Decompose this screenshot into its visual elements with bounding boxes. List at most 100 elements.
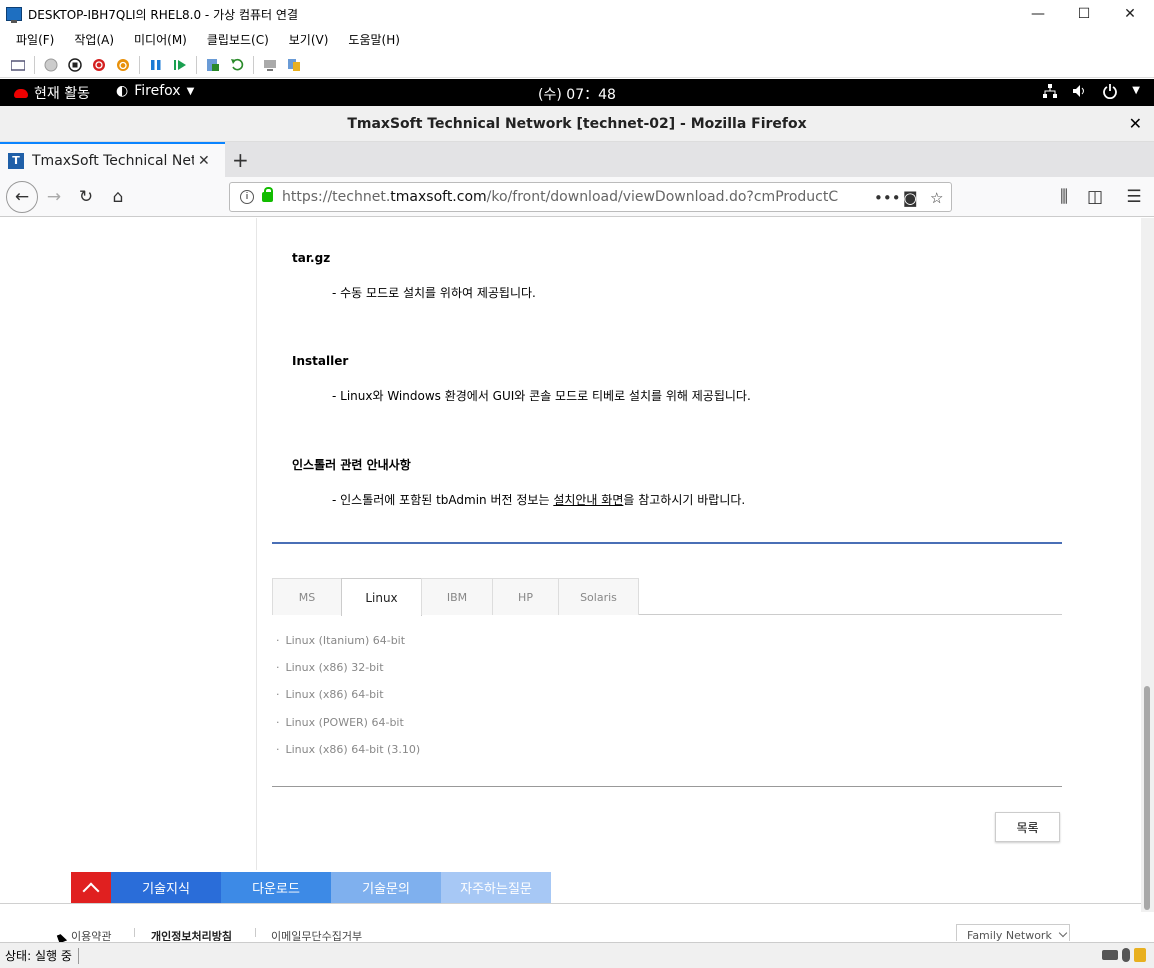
quick-faq[interactable]: 자주하는질문 [441,872,551,903]
tab-title: TmaxSoft Technical Network [32,152,194,169]
vm-status-text: 상태: 실행 중 [5,949,72,963]
list-item[interactable]: · Linux (POWER) 64-bit [276,716,404,729]
section-title-installer-notice: 인스톨러 관련 안내사항 [292,458,411,472]
left-column-divider [256,218,257,870]
menu-view[interactable]: 보기(V) [289,31,329,48]
firefox-window-title: TmaxSoft Technical Network [technet-02] … [347,116,807,132]
revert-icon[interactable] [229,57,245,73]
turn-off-icon[interactable] [67,57,83,73]
tab-hp[interactable]: HP [492,578,559,615]
page-actions-icon[interactable]: ••• [874,189,901,207]
lock-status-icon [1134,948,1146,962]
tmaxsoft-favicon: T [8,152,24,169]
quick-tech-inquiry[interactable]: 기술문의 [331,872,441,903]
share-icon[interactable] [286,57,302,73]
quick-tech-knowledge[interactable]: 기술지식 [111,872,221,903]
list-button[interactable]: 목록 [995,812,1060,842]
page-scrollbar[interactable] [1141,218,1154,912]
mouse-icon [1122,948,1130,962]
power-icon[interactable] [115,57,131,73]
close-window-button[interactable]: ✕ [1107,0,1153,28]
toolbar-separator [34,55,35,74]
resume-icon[interactable] [172,57,188,73]
section-title-installer: Installer [292,354,349,368]
sidebar-icon[interactable]: ◫ [1083,185,1107,209]
url-bar[interactable]: i https://technet.tmaxsoft.com/ko/front/… [229,182,952,212]
pause-icon[interactable] [148,57,164,73]
network-icon [1042,83,1058,103]
system-tray[interactable]: ▼ [1042,83,1140,103]
hamburger-menu-icon[interactable]: ☰ [1122,185,1146,209]
quick-download[interactable]: 다운로드 [221,872,331,903]
volume-icon [1072,83,1088,103]
status-separator [77,947,79,964]
new-tab-icon[interactable]: + [232,148,249,172]
vm-connection-icon [6,7,22,23]
tab-ms[interactable]: MS [272,578,342,615]
back-arrow-icon[interactable]: ← [6,181,38,213]
firefox-navbar: ← → ↻ ⌂ i https://technet.tmaxsoft.com/k… [0,177,1154,217]
library-icon[interactable]: ⫼ [1052,185,1076,209]
list-divider [272,786,1062,787]
menu-action[interactable]: 작업(A) [74,31,114,48]
start-icon[interactable] [43,57,59,73]
status-icons [1102,948,1146,962]
maximize-button[interactable]: ☐ [1061,0,1107,28]
chevron-down-icon: ▼ [1132,85,1140,96]
list-item[interactable]: · Linux (x86) 32-bit [276,661,384,674]
footer-separator: | [133,928,137,938]
checkpoint-icon[interactable] [205,57,221,73]
shutdown-icon[interactable] [91,57,107,73]
section-desc-targz: - 수동 모드로 설치를 위하여 제공됩니다. [332,286,536,300]
keyboard-icon [1102,950,1118,960]
browser-tab[interactable]: T TmaxSoft Technical Network ✕ [0,142,225,177]
minimize-button[interactable]: — [1015,0,1061,28]
toolbar-separator [139,55,140,74]
chevron-up-icon [82,882,100,900]
close-icon[interactable]: ✕ [1129,114,1142,133]
ctrl-alt-del-icon[interactable] [10,57,26,73]
host-toolbar [0,52,1154,78]
chevron-down-icon [1058,928,1068,938]
bookmark-star-icon[interactable]: ☆ [930,189,943,207]
info-icon[interactable]: i [240,190,254,204]
list-item[interactable]: · Linux (Itanium) 64-bit [276,634,405,647]
lock-icon [262,187,273,202]
enhanced-session-icon[interactable] [262,57,278,73]
pocket-icon[interactable]: ◙ [903,189,918,207]
host-statusbar: 상태: 실행 중 [0,942,1154,968]
scroll-top-button[interactable] [71,872,111,903]
section-divider [272,542,1062,544]
footer-separator: | [254,928,258,938]
forward-arrow-icon[interactable]: → [42,185,66,209]
power-menu-icon [1102,83,1118,103]
gnome-top-bar: 현재 활동 ◐ Firefox ▼ (수) 07：48 ▼ [0,79,1154,106]
close-tab-icon[interactable]: ✕ [198,153,210,169]
section-desc-installer: - Linux와 Windows 환경에서 GUI와 콘솔 모드로 티베로 설치… [332,389,751,403]
menu-help[interactable]: 도움말(H) [348,31,400,48]
tab-solaris[interactable]: Solaris [558,578,639,615]
menu-file[interactable]: 파일(F) [16,31,54,48]
url-text[interactable]: https://technet.tmaxsoft.com/ko/front/do… [282,189,838,205]
menu-clipboard[interactable]: 클립보드(C) [207,31,269,48]
firefox-tabbar: T TmaxSoft Technical Network ✕ + [0,142,1154,177]
tab-ibm[interactable]: IBM [421,578,493,615]
install-guide-link[interactable]: 설치안내 화면 [553,493,623,507]
menu-media[interactable]: 미디어(M) [134,31,187,48]
host-titlebar: DESKTOP-IBH7QLI의 RHEL8.0 - 가상 컴퓨터 연결 — ☐… [0,0,1154,28]
list-item[interactable]: · Linux (x86) 64-bit [276,688,384,701]
clock[interactable]: (수) 07：48 [0,84,1154,104]
footer: 이용약관 | 개인정보처리방침 | 이메일무단수집거부 Family Netwo… [0,904,1141,941]
host-window-title: DESKTOP-IBH7QLI의 RHEL8.0 - 가상 컴퓨터 연결 [28,7,298,22]
os-tabs: MS Linux IBM HP Solaris [272,578,1062,616]
home-icon[interactable]: ⌂ [106,185,130,209]
tab-linux[interactable]: Linux [341,578,422,616]
family-network-select[interactable]: Family Network [956,924,1070,941]
list-item[interactable]: · Linux (x86) 64-bit (3.10) [276,743,420,756]
scrollbar-thumb[interactable] [1144,686,1150,910]
footer-link-email-policy[interactable]: 이메일무단수집거부 [271,928,362,941]
firefox-titlebar: TmaxSoft Technical Network [technet-02] … [0,106,1154,142]
footer-link-terms[interactable]: 이용약관 [71,928,111,941]
reload-icon[interactable]: ↻ [74,185,98,209]
footer-link-privacy[interactable]: 개인정보처리방침 [151,928,232,941]
